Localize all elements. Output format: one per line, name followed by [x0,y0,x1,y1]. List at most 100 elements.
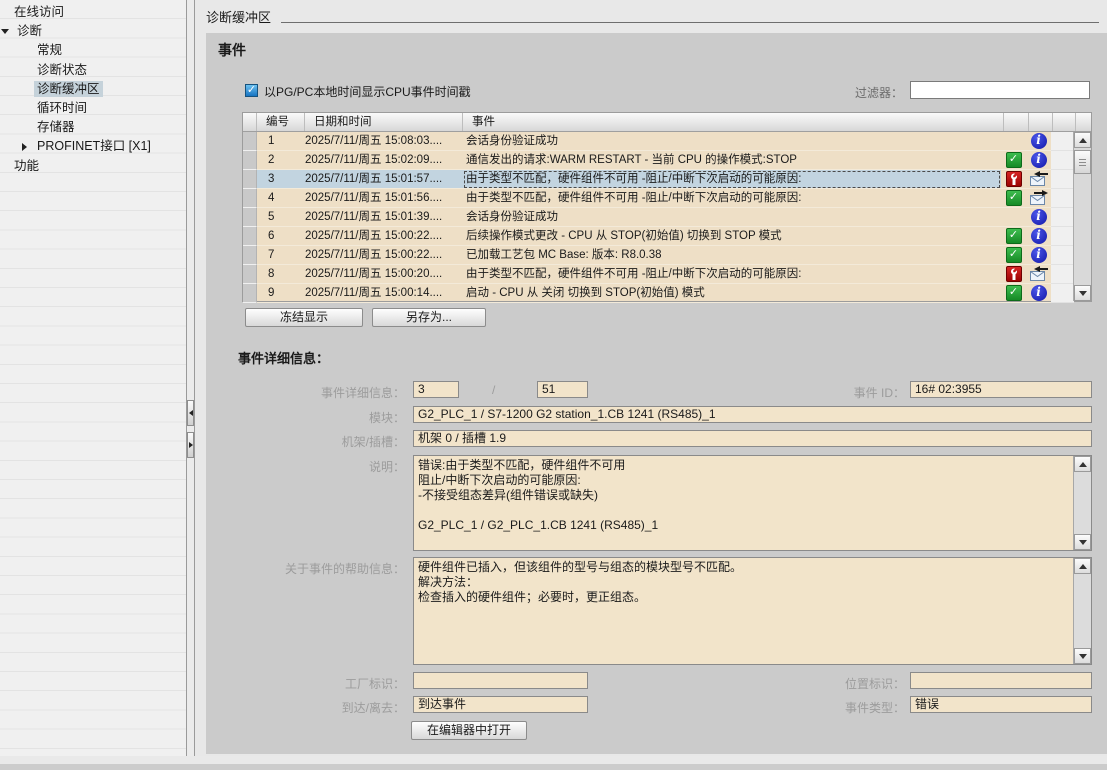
header-event[interactable]: 事件 [463,113,1004,131]
hardware-fault-icon [1001,170,1026,189]
info-icon: i [1031,285,1047,301]
sidebar-item-0[interactable]: 在线访问 [0,3,186,22]
scroll-down-button[interactable] [1074,285,1091,301]
open-in-editor-button[interactable]: 在编辑器中打开 [411,721,527,740]
sidebar-item-label: PROFINET接口 [X1] [34,138,154,154]
row-datetime-cell: 2025/7/11/周五 15:02:09.... [305,151,463,170]
arrow-up-icon [1079,462,1087,467]
header-scrollbar-column [1076,113,1091,131]
empty-status-cell [1001,132,1026,151]
event-count-field[interactable]: 51 [537,381,588,398]
ok-icon: ✓ [1006,152,1022,168]
expand-arrow-icon[interactable] [1,29,9,34]
table-row[interactable]: 6 2025/7/11/周五 15:00:22.... 后续操作模式更改 - C… [243,227,1074,246]
diagnostics-buffer-window: 在线访问诊断常规诊断状态诊断缓冲区循环时间存储器PROFINET接口 [X1]功… [0,0,1107,770]
navigation-tree: 在线访问诊断常规诊断状态诊断缓冲区循环时间存储器PROFINET接口 [X1] 功… [0,0,186,176]
table-row[interactable]: 5 2025/7/11/周五 15:01:39.... 会话身份验证成功 i [243,208,1074,227]
event-table-body: 1 2025/7/11/周五 15:08:03.... 会话身份验证成功 i 2… [243,132,1074,301]
row-datetime-cell: 2025/7/11/周五 15:08:03.... [305,132,463,151]
row-datetime-cell: 2025/7/11/周五 15:01:57.... [305,170,463,189]
info-icon: i [1026,132,1051,151]
row-selector-cell [243,246,257,265]
sidebar-item-label: 诊断 [14,23,45,39]
sidebar-item-3[interactable]: 诊断状态 [0,61,186,80]
row-number-cell: 7 [257,246,305,265]
description-text: 错误:由于类型不匹配，硬件组件不可用 阻止/中断下次启动的可能原因: -不接受组… [418,458,1071,548]
description-scrollbar[interactable] [1073,456,1091,550]
scroll-up-button[interactable] [1074,132,1091,148]
event-table-header[interactable]: 编号 日期和时间 事件 [243,113,1091,132]
events-heading: 事件 [218,40,246,60]
row-selector-cell [243,227,257,246]
row-selector-cell [243,170,257,189]
row-spacer-cell [1051,284,1074,303]
sidebar-item-5[interactable]: 循环时间 [0,99,186,118]
scroll-up-button[interactable] [1074,558,1091,574]
description-label: 说明： [238,458,405,475]
save-as-button[interactable]: 另存为... [372,308,486,327]
location-id-field [910,672,1092,689]
scrollbar-thumb[interactable] [1074,150,1091,174]
sidebar-item-6[interactable]: 存储器 [0,118,186,137]
index-separator: / [492,383,495,397]
table-row[interactable]: 3 2025/7/11/周五 15:01:57.... 由于类型不匹配，硬件组件… [243,170,1074,189]
info-icon: i [1031,247,1047,263]
table-row[interactable]: 4 2025/7/11/周五 15:01:56.... 由于类型不匹配，硬件组件… [243,189,1074,208]
row-number-cell: 4 [257,189,305,208]
bottom-bar [0,764,1107,770]
sidebar-item-label: 常规 [34,42,65,58]
sidebar-item-label: 循环时间 [34,100,90,116]
pg-pc-time-checkbox[interactable]: ✓ [245,84,258,97]
collapse-arrow-icon[interactable] [22,143,27,151]
row-spacer-cell [1051,208,1074,227]
sidebar-item-1[interactable]: 诊断 [0,22,186,41]
row-datetime-cell: 2025/7/11/周五 15:00:22.... [305,246,463,265]
row-number-cell: 3 [257,170,305,189]
help-box: 硬件组件已插入，但该组件的型号与组态的模块型号不匹配。 解决方法： 检查插入的硬… [413,557,1092,665]
collapse-left-handle[interactable] [187,400,194,426]
table-row[interactable]: 1 2025/7/11/周五 15:08:03.... 会话身份验证成功 i [243,132,1074,151]
row-number-cell: 8 [257,265,305,284]
scroll-down-button[interactable] [1074,648,1091,664]
table-row[interactable]: 8 2025/7/11/周五 15:00:20.... 由于类型不匹配，硬件组件… [243,265,1074,284]
help-scrollbar[interactable] [1073,558,1091,664]
incoming-event-icon [1026,170,1051,189]
collapse-right-handle[interactable] [187,432,194,458]
row-number-cell: 9 [257,284,305,303]
row-spacer-cell [1051,151,1074,170]
filter-input[interactable] [910,81,1090,99]
rack-slot-label: 机架/插槽： [238,433,405,450]
freeze-display-button[interactable]: 冻结显示 [245,308,363,327]
row-number-cell: 1 [257,132,305,151]
event-index-field[interactable]: 3 [413,381,459,398]
scroll-down-button[interactable] [1074,534,1091,550]
table-row[interactable]: 7 2025/7/11/周五 15:00:22.... 已加载工艺包 MC Ba… [243,246,1074,265]
sidebar-item-4[interactable]: 诊断缓冲区 [0,80,186,99]
event-table-scrollbar[interactable] [1073,132,1091,301]
scroll-up-button[interactable] [1074,456,1091,472]
description-box: 错误:由于类型不匹配，硬件组件不可用 阻止/中断下次启动的可能原因: -不接受组… [413,455,1092,551]
sidebar-item-label: 诊断缓冲区 [34,81,103,97]
sidebar-item-7[interactable]: PROFINET接口 [X1] [0,137,186,156]
sidebar-item-label: 诊断状态 [34,62,90,78]
incoming-event-icon [1029,266,1049,282]
details-index-label: 事件详细信息： [238,384,405,401]
header-no[interactable]: 编号 [257,113,305,131]
info-icon: i [1026,227,1051,246]
pg-pc-time-checkbox-label: 以PG/PC本地时间显示CPU事件时间戳 [264,83,471,100]
page-title-row: 诊断缓冲区 [206,7,1103,27]
row-event-cell: 会话身份验证成功 [463,132,1001,151]
sidebar-splitter[interactable] [186,0,195,756]
arrow-up-icon [1079,564,1087,569]
navigation-sidebar: 在线访问诊断常规诊断状态诊断缓冲区循环时间存储器PROFINET接口 [X1] 功… [0,0,186,756]
table-row[interactable]: 2 2025/7/11/周五 15:02:09.... 通信发出的请求:WARM… [243,151,1074,170]
sidebar-item-8[interactable]: 功能 [0,157,186,176]
table-row[interactable]: 9 2025/7/11/周五 15:00:14.... 启动 - CPU 从 关… [243,284,1074,303]
row-spacer-cell [1051,227,1074,246]
row-event-cell: 后续操作模式更改 - CPU 从 STOP(初始值) 切换到 STOP 模式 [463,227,1001,246]
info-icon: i [1031,228,1047,244]
sidebar-item-2[interactable]: 常规 [0,41,186,60]
header-datetime[interactable]: 日期和时间 [305,113,463,131]
row-datetime-cell: 2025/7/11/周五 15:00:22.... [305,227,463,246]
hardware-fault-icon [1006,171,1022,187]
